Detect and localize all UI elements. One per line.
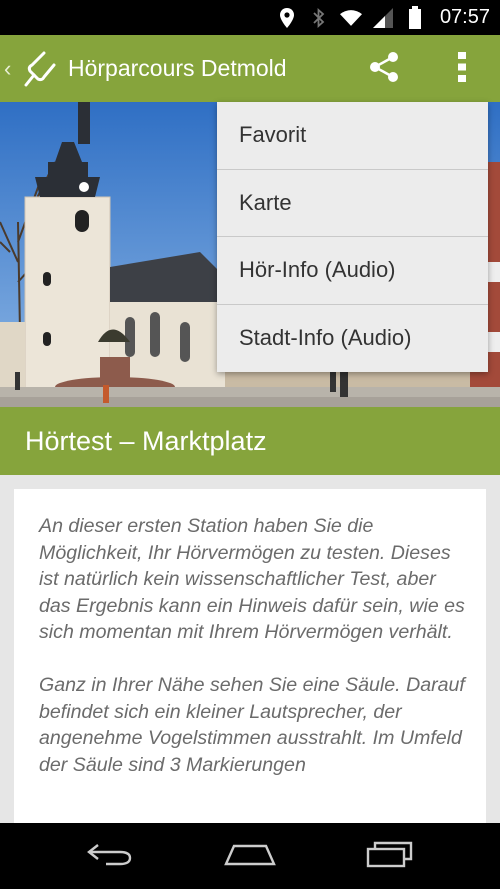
station-title: Hörtest – Marktplatz [25, 425, 267, 456]
navigation-bar [0, 823, 500, 889]
up-caret-icon[interactable]: ‹ [4, 56, 18, 82]
description-paragraph: An dieser ersten Station haben Sie die M… [39, 515, 465, 643]
overflow-menu-icon [457, 51, 467, 87]
app-title: Hörparcours Detmold [68, 55, 287, 81]
recents-icon [365, 840, 415, 872]
battery-icon [404, 5, 426, 29]
menu-item-stadt-info[interactable]: Stadt-Info (Audio) [217, 305, 488, 373]
share-button[interactable] [362, 47, 406, 91]
status-bar: 07:57 [0, 0, 500, 35]
back-button[interactable] [75, 831, 145, 881]
menu-item-karte[interactable]: Karte [217, 170, 488, 237]
menu-item-favorit[interactable]: Favorit [217, 102, 488, 170]
app-logo-icon[interactable] [18, 49, 58, 89]
overflow-menu-button[interactable] [440, 47, 484, 91]
back-icon [86, 840, 134, 872]
home-button[interactable] [215, 831, 285, 881]
recents-button[interactable] [355, 831, 425, 881]
bluetooth-icon [308, 7, 330, 29]
share-icon [367, 50, 401, 88]
wifi-icon [339, 7, 362, 29]
description-paragraph: Ganz in Ihrer Nähe sehen Sie eine Säule.… [39, 674, 465, 776]
menu-item-hoer-info[interactable]: Hör-Info (Audio) [217, 237, 488, 305]
station-header: Hörtest – Marktplatz [0, 407, 500, 475]
home-icon [224, 840, 276, 872]
description-card[interactable]: An dieser ersten Station haben Sie die M… [14, 489, 486, 823]
location-icon [276, 7, 298, 29]
signal-icon [372, 7, 394, 29]
overflow-menu: Favorit Karte Hör-Info (Audio) Stadt-Inf… [217, 102, 488, 372]
action-bar: ‹ Hörparcours Detmold [0, 35, 500, 102]
clock: 07:57 [439, 6, 490, 28]
